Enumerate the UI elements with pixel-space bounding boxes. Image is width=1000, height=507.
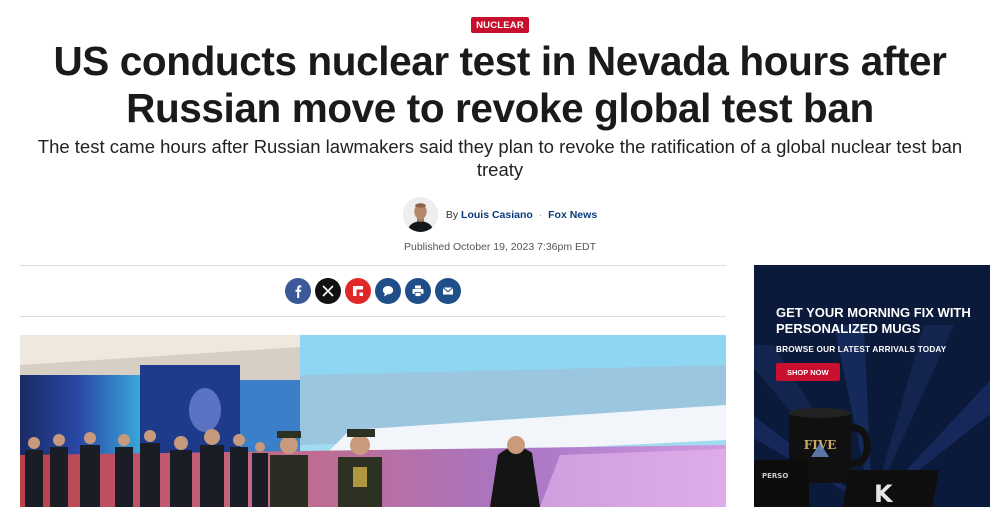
category-tag-nuclear[interactable]: NUCLEAR <box>471 17 529 33</box>
article-subheadline: The test came hours after Russian lawmak… <box>37 136 963 180</box>
print-button[interactable] <box>405 278 431 304</box>
author-avatar[interactable] <box>402 197 438 232</box>
x-icon <box>322 285 334 297</box>
comment-button[interactable] <box>375 278 401 304</box>
byline-separator: · <box>538 208 543 221</box>
flipboard-share-button[interactable] <box>345 278 371 304</box>
byline: By Louis Casiano · Fox News <box>0 197 1000 232</box>
article-headline: US conducts nuclear test in Nevada hours… <box>53 38 947 131</box>
facebook-share-button[interactable] <box>285 278 311 304</box>
print-icon <box>412 285 424 297</box>
ad-subtitle: BROWSE OUR LATEST ARRIVALS TODAY <box>776 345 947 354</box>
divider-bottom <box>20 316 726 317</box>
x-share-button[interactable] <box>315 278 341 304</box>
share-bar <box>285 278 461 304</box>
byline-prefix: By <box>445 208 459 221</box>
svg-text:K: K <box>874 480 894 507</box>
comment-icon <box>382 286 394 297</box>
hero-image[interactable] <box>20 335 726 507</box>
ad-title: GET YOUR MORNING FIX WITH PERSONALIZED M… <box>776 305 971 336</box>
email-share-button[interactable] <box>435 278 461 304</box>
author-link[interactable]: Louis Casiano <box>461 209 533 221</box>
outlet-link[interactable]: Fox News <box>548 209 597 221</box>
mug-text-2: PERSO <box>762 472 788 480</box>
ad-banner[interactable]: FIVE PERSO K GET YOUR MORNING FIX WITH P… <box>754 265 990 507</box>
divider-top <box>20 265 726 266</box>
email-icon <box>442 287 454 295</box>
facebook-icon <box>295 285 302 298</box>
ad-shop-now-button[interactable]: SHOP NOW <box>776 363 840 381</box>
flipboard-icon <box>353 286 363 296</box>
byline-text: By Louis Casiano · Fox News <box>446 209 597 221</box>
category-eyebrow: NUCLEAR <box>0 15 1000 33</box>
published-date: Published October 19, 2023 7:36pm EDT <box>403 241 597 253</box>
